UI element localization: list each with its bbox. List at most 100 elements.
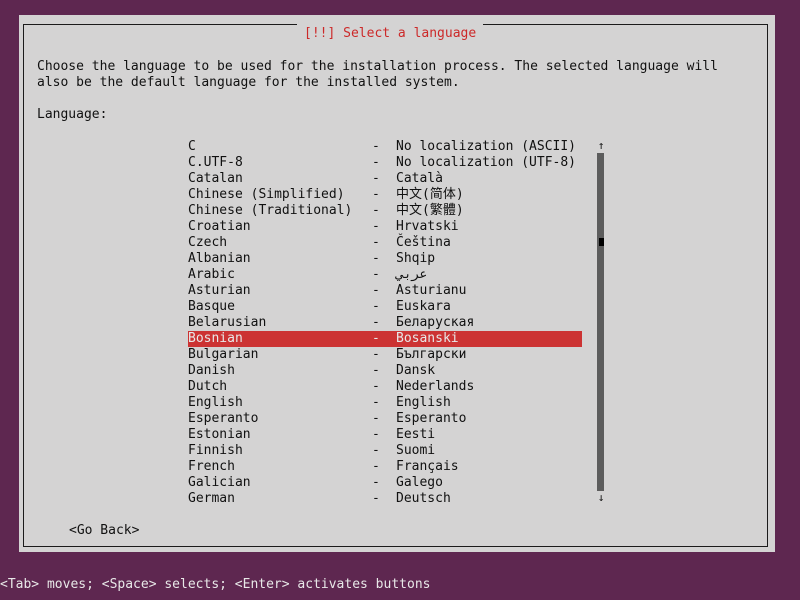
language-separator: - <box>372 475 380 490</box>
language-separator: - <box>372 171 380 186</box>
language-english-name: C.UTF-8 <box>188 155 243 170</box>
language-english-name: Czech <box>188 235 228 250</box>
language-native-name: Nederlands <box>396 379 475 394</box>
language-separator: - <box>372 427 380 442</box>
language-separator: - <box>372 267 380 282</box>
language-separator: - <box>372 235 380 250</box>
language-separator: - <box>372 203 380 218</box>
scroll-up-arrow-icon[interactable]: ↑ <box>596 139 606 153</box>
language-option[interactable]: English - English <box>188 395 582 411</box>
language-english-name: Bosnian <box>188 331 243 346</box>
language-english-name: Chinese (Traditional) <box>188 203 353 218</box>
language-separator: - <box>372 155 380 170</box>
language-english-name: C <box>188 139 196 154</box>
language-native-name: English <box>396 395 451 410</box>
language-english-name: French <box>188 459 235 474</box>
language-separator: - <box>372 491 380 506</box>
language-separator: - <box>372 299 380 314</box>
language-english-name: Dutch <box>188 379 228 394</box>
language-separator: - <box>372 251 380 266</box>
language-option[interactable]: Dutch - Nederlands <box>188 379 582 395</box>
language-native-name: Esperanto <box>396 411 467 426</box>
language-separator: - <box>372 395 380 410</box>
language-separator: - <box>372 363 380 378</box>
language-native-name: Français <box>396 459 459 474</box>
language-separator: - <box>372 331 380 346</box>
language-english-name: Belarusian <box>188 315 267 330</box>
language-separator: - <box>372 379 380 394</box>
language-native-name: Asturianu <box>396 283 467 298</box>
language-native-name: Беларуская <box>396 315 475 330</box>
language-native-name: No localization (ASCII) <box>396 139 577 154</box>
language-option[interactable]: Chinese (Simplified) - 中文(简体) <box>188 187 582 203</box>
language-native-name: Galego <box>396 475 443 490</box>
language-option[interactable]: Asturian - Asturianu <box>188 283 582 299</box>
language-native-name: No localization (UTF-8) <box>396 155 577 170</box>
language-native-name: Čeština <box>396 235 451 250</box>
language-english-name: Basque <box>188 299 235 314</box>
language-option[interactable]: Arabic - عربي <box>188 267 582 283</box>
language-separator: - <box>372 411 380 426</box>
language-option[interactable]: C - No localization (ASCII) <box>188 139 582 155</box>
language-option[interactable]: Catalan - Català <box>188 171 582 187</box>
language-separator: - <box>372 283 380 298</box>
language-native-name: Bosanski <box>396 331 459 346</box>
language-separator: - <box>372 443 380 458</box>
language-native-name: 中文(简体) <box>396 187 464 202</box>
scroll-down-arrow-icon[interactable]: ↓ <box>596 491 606 505</box>
go-back-button[interactable]: <Go Back> <box>69 523 139 539</box>
language-native-name: Suomi <box>396 443 436 458</box>
language-option[interactable]: C.UTF-8 - No localization (UTF-8) <box>188 155 582 171</box>
dialog-frame: [!!] Select a language Choose the langua… <box>23 24 768 547</box>
language-option[interactable]: Esperanto - Esperanto <box>188 411 582 427</box>
language-native-name: Dansk <box>396 363 436 378</box>
language-field-label: Language: <box>37 107 108 122</box>
language-native-name: Shqip <box>396 251 436 266</box>
dialog-title: [!!] Select a language <box>297 24 484 44</box>
keyboard-help-footer: <Tab> moves; <Space> selects; <Enter> ac… <box>0 577 431 592</box>
language-english-name: Croatian <box>188 219 251 234</box>
language-option[interactable]: Basque - Euskara <box>188 299 582 315</box>
language-native-name: Deutsch <box>396 491 451 506</box>
language-list-scrollbar[interactable]: ↑ ↓ <box>596 139 606 507</box>
language-option[interactable]: Finnish - Suomi <box>188 443 582 459</box>
language-english-name: Catalan <box>188 171 243 186</box>
language-option[interactable]: Estonian - Eesti <box>188 427 582 443</box>
language-option[interactable]: Galician - Galego <box>188 475 582 491</box>
language-separator: - <box>372 139 380 154</box>
language-english-name: Finnish <box>188 443 243 458</box>
language-separator: - <box>372 459 380 474</box>
language-option[interactable]: Belarusian - Беларуская <box>188 315 582 331</box>
language-option[interactable]: German - Deutsch <box>188 491 582 507</box>
language-english-name: Danish <box>188 363 235 378</box>
scrollbar-thumb[interactable] <box>599 238 604 246</box>
dialog-description: Choose the language to be used for the i… <box>37 59 726 90</box>
language-native-name: Euskara <box>396 299 451 314</box>
language-english-name: Bulgarian <box>188 347 259 362</box>
language-list[interactable]: C - No localization (ASCII) C.UTF-8 - No loca… <box>188 139 582 507</box>
language-option[interactable]: Czech - Čeština <box>188 235 582 251</box>
language-option[interactable]: Chinese (Traditional) - 中文(繁體) <box>188 203 582 219</box>
language-native-name: Eesti <box>396 427 436 442</box>
language-option[interactable]: Albanian - Shqip <box>188 251 582 267</box>
language-english-name: Arabic <box>188 267 235 282</box>
language-option[interactable]: French - Français <box>188 459 582 475</box>
language-option[interactable]: Bulgarian - Български <box>188 347 582 363</box>
language-english-name: Chinese (Simplified) <box>188 187 345 202</box>
language-option[interactable]: Bosnian - Bosanski <box>188 331 582 347</box>
language-native-name: Български <box>396 347 467 362</box>
language-separator: - <box>372 187 380 202</box>
language-english-name: English <box>188 395 243 410</box>
language-native-name: عربي <box>396 267 428 282</box>
language-separator: - <box>372 219 380 234</box>
language-separator: - <box>372 347 380 362</box>
language-option[interactable]: Danish - Dansk <box>188 363 582 379</box>
language-english-name: Albanian <box>188 251 251 266</box>
language-english-name: Galician <box>188 475 251 490</box>
language-native-name: Hrvatski <box>396 219 459 234</box>
language-english-name: Esperanto <box>188 411 259 426</box>
language-english-name: Estonian <box>188 427 251 442</box>
language-option[interactable]: Croatian - Hrvatski <box>188 219 582 235</box>
scrollbar-track[interactable] <box>597 153 604 491</box>
language-native-name: 中文(繁體) <box>396 203 464 218</box>
